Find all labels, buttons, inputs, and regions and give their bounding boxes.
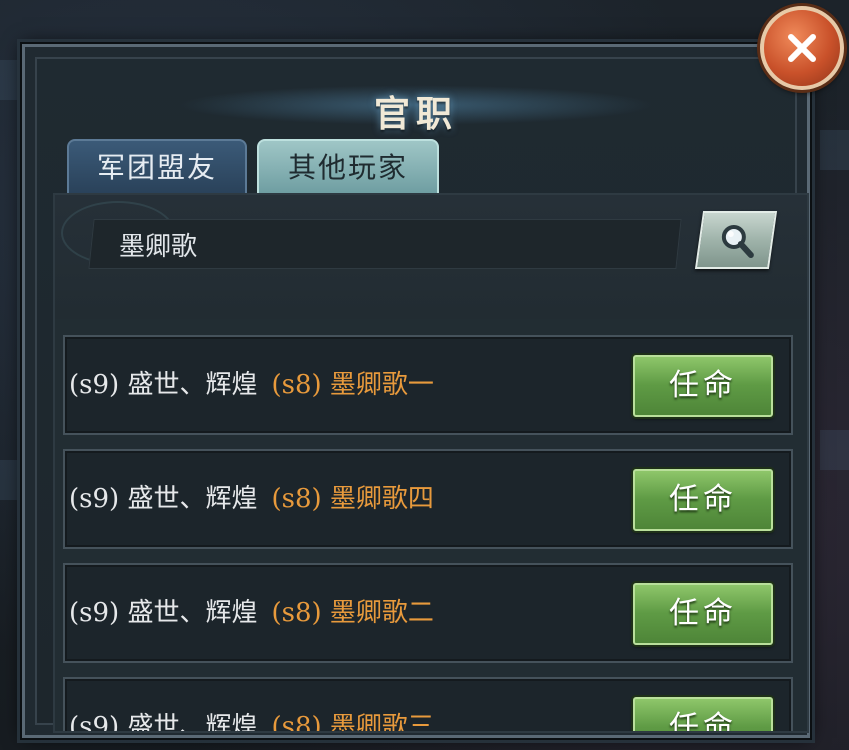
list-item: (s9) 盛世、辉煌 (s8) 墨卿歌四 任命: [63, 449, 793, 549]
player-search-panel: (s9) 盛世、辉煌 (s8) 墨卿歌一 任命 (s9) 盛世、辉煌 (s8) 墨卿…: [53, 193, 809, 733]
magnifier-icon: [721, 225, 754, 258]
dialog-title: 官职: [373, 93, 458, 135]
background-strip: [0, 460, 22, 500]
appoint-button[interactable]: 任命: [633, 583, 773, 645]
close-icon: [788, 34, 816, 62]
background-strip: [820, 430, 849, 470]
target-name: 墨卿歌四: [329, 484, 434, 514]
target-name: 墨卿歌二: [329, 598, 434, 628]
tab-legion-allies[interactable]: 军团盟友: [67, 139, 247, 193]
appoint-button[interactable]: 任命: [633, 469, 773, 531]
target-server: (s8): [271, 484, 322, 514]
appoint-button[interactable]: 任命: [633, 697, 773, 731]
list-item: (s9) 盛世、辉煌 (s8) 墨卿歌三 任命: [63, 677, 793, 733]
target-server: (s8): [271, 598, 322, 628]
official-post-dialog: 官职 军团盟友 其他玩家 (s9) 盛世、辉煌 (s8) 墨卿歌一: [20, 42, 812, 740]
target-name: 墨卿歌三: [329, 712, 434, 733]
requester-name: 盛世、辉煌: [127, 712, 258, 733]
requester-server: (s9): [69, 712, 120, 733]
list-item: (s9) 盛世、辉煌 (s8) 墨卿歌一 任命: [63, 335, 793, 435]
requester-server: (s9): [69, 598, 120, 628]
close-button[interactable]: [760, 6, 844, 90]
requester-name: 盛世、辉煌: [127, 370, 258, 400]
search-button[interactable]: [694, 211, 778, 269]
target-name: 墨卿歌一: [329, 370, 434, 400]
requester-server: (s9): [69, 484, 120, 514]
target-server: (s8): [271, 712, 322, 733]
list-item: (s9) 盛世、辉煌 (s8) 墨卿歌二 任命: [63, 563, 793, 663]
requester-name: 盛世、辉煌: [127, 598, 258, 628]
player-pair-text: (s9) 盛世、辉煌 (s8) 墨卿歌三: [69, 679, 434, 733]
target-server: (s8): [271, 370, 322, 400]
requester-server: (s9): [69, 370, 120, 400]
player-pair-text: (s9) 盛世、辉煌 (s8) 墨卿歌一: [69, 337, 434, 433]
search-input[interactable]: [105, 219, 665, 269]
background-strip: [0, 60, 22, 100]
search-area: [55, 195, 807, 319]
dialog-body: 官职 军团盟友 其他玩家 (s9) 盛世、辉煌 (s8) 墨卿歌一: [35, 57, 809, 733]
requester-name: 盛世、辉煌: [127, 484, 258, 514]
player-pair-text: (s9) 盛世、辉煌 (s8) 墨卿歌四: [69, 451, 434, 547]
tab-other-players[interactable]: 其他玩家: [257, 139, 439, 193]
appoint-button[interactable]: 任命: [633, 355, 773, 417]
player-pair-text: (s9) 盛世、辉煌 (s8) 墨卿歌二: [69, 565, 434, 661]
background-strip: [820, 130, 849, 170]
